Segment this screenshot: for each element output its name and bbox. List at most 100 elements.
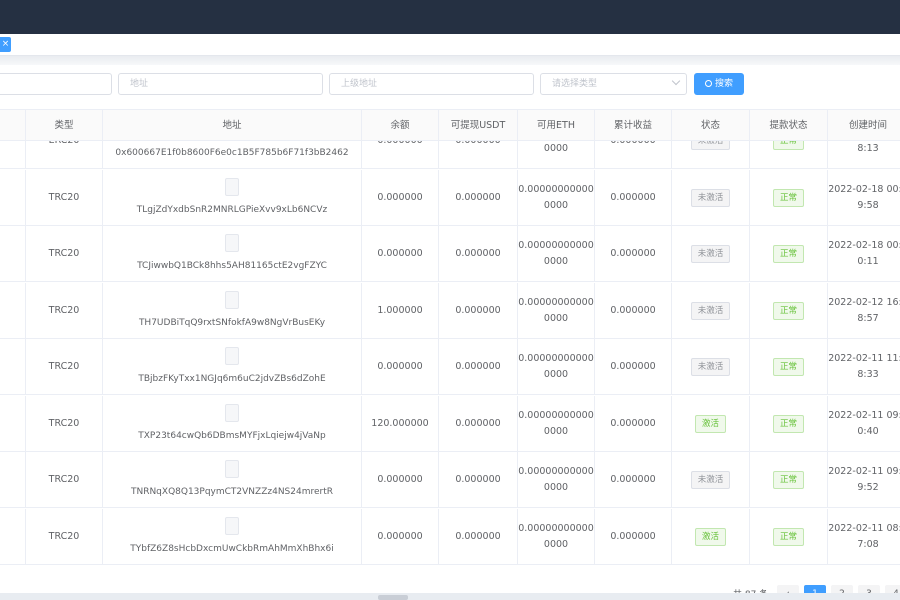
table-row[interactable]: TRC20 TBjbzFKyTxx1NGJq6m6uC2jdvZBs6dZohE 0… <box>0 339 900 395</box>
created-time-cell-text: 2022-02-12 16:28:57 <box>828 296 900 324</box>
total-income-cell-text: 0.000000 <box>610 474 656 485</box>
withdrawable-usdt-cell-text: 0.000000 <box>455 417 501 429</box>
status-cell: 未激活 <box>672 169 750 226</box>
balance-cell: 1.000000 <box>362 282 439 339</box>
available-eth-cell-text: 0.000000000000000 <box>518 183 594 211</box>
balance-cell: 0.000000 <box>362 141 439 169</box>
created-time-cell-text: 2022-02-18 00:38:13 <box>857 143 879 154</box>
address-cell: 0x600667E1f0b8600F6e0c1B5F785b6F71f3bB24… <box>103 141 362 169</box>
address-input[interactable] <box>118 73 323 95</box>
available-eth-cell-text: 0.000000000000000 <box>518 353 594 380</box>
selection-cell <box>0 339 26 395</box>
withdrawable-usdt-cell-text: 0.000000 <box>455 361 501 372</box>
created-time-cell: 2022-02-11 09:19:52 <box>828 452 900 508</box>
table-row[interactable]: TRC20 TYbfZ6Z8sHcbDxcmUwCkbRmAhMmXhBhx6i 0… <box>0 508 900 565</box>
withdrawable-usdt-cell: 0.000000 <box>439 452 518 508</box>
balance-cell-text: 0.000000 <box>377 530 423 542</box>
selection-cell <box>0 395 26 452</box>
address-cell: TBjbzFKyTxx1NGJq6m6uC2jdvZBs6dZohE <box>103 339 362 395</box>
qr-code-icon[interactable] <box>225 290 239 309</box>
qr-code-icon[interactable] <box>225 234 239 252</box>
withdrawable-usdt-cell-text: 0.000000 <box>455 248 501 259</box>
type-cell-text: TRC20 <box>48 191 80 203</box>
address-text: TCJiwwbQ1BCk8hhs5AH81165ctE2vgFZYC <box>137 261 327 271</box>
available-eth-cell: 0.000000000000000 <box>518 282 595 339</box>
withdrawable-usdt-cell-text: 0.000000 <box>455 474 501 485</box>
available-eth-cell-text: 0.000000000000000 <box>518 522 594 550</box>
type-cell-text: ERC20 <box>49 141 80 149</box>
type-cell: TRC20 <box>26 339 103 395</box>
available-eth-cell-text: 0.000000000000000 <box>518 466 594 493</box>
withdraw-status-badge: 正常 <box>772 527 804 546</box>
table-row[interactable]: TRC20 TXP23t64cwQb6DBmsMYFjxLqiejw4jVaNp 1… <box>0 395 900 452</box>
created-time-cell: 2022-02-18 00:38:13 <box>828 141 900 169</box>
column-header-available-eth: 可用ETH <box>518 110 595 141</box>
selection-cell <box>0 141 26 169</box>
available-eth-cell: 0.000000000000000 <box>518 395 595 452</box>
withdraw-status-badge: 正常 <box>772 358 804 376</box>
parent-address-input[interactable] <box>329 73 534 95</box>
status-cell: 未激活 <box>672 141 750 169</box>
address-cell: TLgjZdYxdbSnR2MNRLGPieXvv9xLb6NCVz <box>103 169 362 226</box>
search-button-label: 搜索 <box>714 79 733 89</box>
table-row[interactable]: TRC20 TH7UDBiTqQ9rxtSNfokfA9w8NgVrBusEKy 1… <box>0 282 900 339</box>
status-cell: 未激活 <box>672 339 750 395</box>
withdraw-status-badge: 正常 <box>772 188 804 207</box>
qr-code-icon[interactable] <box>225 347 239 365</box>
type-cell-text: TRC20 <box>48 361 80 372</box>
address-text: TNRNqXQ8Q13PqymCT2VNZZz4NS24mrertR <box>130 487 334 497</box>
qr-code-icon[interactable] <box>225 516 239 535</box>
created-time-cell: 2022-02-11 08:27:08 <box>828 509 900 565</box>
table-row[interactable]: TRC20 TCJiwwbQ1BCk8hhs5AH81165ctE2vgFZYC 0… <box>0 226 900 282</box>
status-badge: 未激活 <box>690 358 731 376</box>
balance-cell: 120.000000 <box>362 395 439 452</box>
type-cell: TRC20 <box>26 169 103 226</box>
total-income-cell: 0.000000 <box>595 339 672 395</box>
status-cell: 激活 <box>672 508 750 565</box>
close-icon[interactable]: × <box>0 37 11 52</box>
address-text: 0x600667E1f0b8600F6e0c1B5F785b6F71f3bB24… <box>115 148 349 158</box>
table-row[interactable]: TRC20 TLgjZdYxdbSnR2MNRLGPieXvv9xLb6NCVz 0… <box>0 169 900 226</box>
type-cell: TRC20 <box>26 452 103 508</box>
column-header-total-income: 累计收益 <box>595 110 672 141</box>
table-row[interactable]: ERC20 0x600667E1f0b8600F6e0c1B5F785b6F71f… <box>0 141 900 169</box>
status-badge: 未激活 <box>690 245 731 263</box>
address-cell: TH7UDBiTqQ9rxtSNfokfA9w8NgVrBusEKy <box>103 282 362 339</box>
withdraw-status-badge: 正常 <box>772 245 804 263</box>
qr-code-icon[interactable] <box>225 460 239 478</box>
created-time-cell: 2022-02-18 00:09:58 <box>828 170 900 226</box>
available-eth-cell-text: 0.000000000000000 <box>518 240 594 267</box>
created-time-cell-text: 2022-02-11 11:38:33 <box>828 353 900 380</box>
withdrawable-usdt-cell: 0.000000 <box>439 226 518 282</box>
table-row[interactable]: TRC20 TNRNqXQ8Q13PqymCT2VNZZz4NS24mrertR 0… <box>0 452 900 508</box>
withdraw-status-badge: 正常 <box>772 471 804 489</box>
search-button[interactable]: 搜索 <box>694 73 744 95</box>
available-eth-cell: 0.000000000000000 <box>518 169 595 226</box>
scrollbar-thumb[interactable] <box>378 595 408 600</box>
balance-cell: 0.000000 <box>362 226 439 282</box>
status-cell: 未激活 <box>672 282 750 339</box>
keyword-input[interactable] <box>0 73 112 95</box>
filter-bar: 请选择类型 搜索 <box>0 65 900 107</box>
type-cell: TRC20 <box>26 282 103 339</box>
column-header-created-time: 创建时间 <box>848 120 887 131</box>
withdraw-status-badge: 正常 <box>772 141 804 150</box>
table-body[interactable]: ERC20 0x600667E1f0b8600F6e0c1B5F785b6F71f… <box>0 141 900 577</box>
address-cell: TYbfZ6Z8sHcbDxcmUwCkbRmAhMmXhBhx6i <box>103 508 362 565</box>
qr-code-icon[interactable] <box>225 403 239 422</box>
type-cell: TRC20 <box>26 226 103 282</box>
created-time-cell: 2022-02-11 11:38:33 <box>828 339 900 395</box>
withdrawable-usdt-cell-text: 0.000000 <box>455 304 501 316</box>
type-select-placeholder: 请选择类型 <box>552 79 598 89</box>
withdraw-status-cell: 正常 <box>750 452 828 508</box>
total-income-cell: 0.000000 <box>595 508 672 565</box>
total-income-cell: 0.000000 <box>595 226 672 282</box>
qr-code-icon[interactable] <box>225 177 239 196</box>
column-header-status: 状态 <box>672 110 750 141</box>
created-time-cell-text: 2022-02-11 08:27:08 <box>828 522 900 550</box>
tags-view-bar: × <box>0 34 900 56</box>
horizontal-scrollbar[interactable] <box>0 593 900 600</box>
total-income-cell: 0.000000 <box>595 141 672 169</box>
status-badge: 激活 <box>694 414 726 433</box>
type-select[interactable]: 请选择类型 <box>540 73 687 95</box>
